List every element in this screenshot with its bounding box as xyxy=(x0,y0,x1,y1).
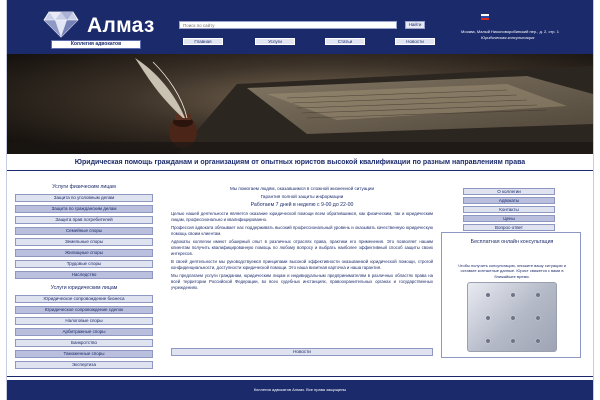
keypad-key xyxy=(536,293,540,297)
page-headline: Юридическая помощь гражданам и организац… xyxy=(74,159,526,166)
prices-button[interactable]: Цены xyxy=(463,215,555,222)
consultation-title: Бесплатная онлайн консультация xyxy=(470,239,554,245)
search-input[interactable] xyxy=(179,21,397,29)
paragraph: Целью нашей деятельности является оказан… xyxy=(171,211,433,222)
keypad-image xyxy=(467,282,557,352)
intro-line-2: Гарантия полной защиты информации xyxy=(260,194,344,199)
paragraph: Адвокаты коллегии имеют обширный опыт в … xyxy=(171,239,433,256)
header-contacts: Москва, Малый Николоворобинский пер., д.… xyxy=(461,29,589,41)
keypad-key xyxy=(536,339,540,343)
consultation-text: Чтобы получить консультацию, опишите ваш… xyxy=(458,263,566,279)
site-footer: Коллегия адвокатов Алмаз. Все права защи… xyxy=(7,380,593,400)
sidebar-item-land-disputes[interactable]: Земельные споры xyxy=(15,238,153,246)
sidebar-item-civil-cases[interactable]: Защита по гражданским делам xyxy=(15,205,153,213)
contacts-button[interactable]: Контакты xyxy=(463,206,555,213)
contacts-links[interactable]: Юридическая консультация xyxy=(461,35,589,41)
sidebar-item-labor-disputes[interactable]: Трудовые споры xyxy=(15,260,153,268)
sidebar-item-consumer-rights[interactable]: Защита прав потребителей xyxy=(15,216,153,224)
site-header: Алмаз Коллегия адвокатов Найти Главная У… xyxy=(7,0,593,54)
sidebar-item-deal-support[interactable]: Юридическое сопровождение сделок xyxy=(15,306,153,314)
nav-articles[interactable]: Статьи xyxy=(325,38,365,45)
paragraph: Профессия адвоката обязывает нас поддерж… xyxy=(171,225,433,236)
footer-text: Коллегия адвокатов Алмаз. Все права защи… xyxy=(253,387,347,392)
about-button[interactable]: О коллегии xyxy=(463,188,555,195)
keypad-key xyxy=(511,316,515,320)
main-content: Мы помогаем людям, оказавшимся в сложной… xyxy=(171,186,433,290)
lawyers-button[interactable]: Адвокаты xyxy=(463,197,555,204)
sidebar-item-expertise[interactable]: Экспертиза xyxy=(15,361,153,369)
paragraph: Мы предлагаем услуги гражданам, юридичес… xyxy=(171,273,433,290)
headline-divider xyxy=(7,170,593,171)
sidebar-item-family-disputes[interactable]: Семейные споры xyxy=(15,227,153,235)
legal-entities-title: Услуги юридическим лицам xyxy=(50,285,118,291)
sidebar-item-business-support[interactable]: Юридическое сопровождение бизнеса xyxy=(15,295,153,303)
sidebar-item-bankruptcy[interactable]: Банкротство xyxy=(15,339,153,347)
nav-news[interactable]: Новости xyxy=(395,38,435,45)
keypad-key xyxy=(536,316,540,320)
sidebar-item-arbitration[interactable]: Арбитражные споры xyxy=(15,328,153,336)
nav-services[interactable]: Услуги xyxy=(255,38,295,45)
diamond-logo-icon xyxy=(43,11,79,38)
individuals-title: Услуги физическим лицам xyxy=(52,184,116,190)
page: Алмаз Коллегия адвокатов Найти Главная У… xyxy=(6,0,594,400)
keypad-key xyxy=(511,293,515,297)
paragraph: В своей деятельности мы руководствуемся … xyxy=(171,259,433,270)
nav-home[interactable]: Главная xyxy=(183,38,223,45)
keypad-key xyxy=(486,316,490,320)
keypad-key xyxy=(511,339,515,343)
keypad-key xyxy=(486,293,490,297)
russian-flag-icon[interactable] xyxy=(481,14,489,20)
logo-name[interactable]: Алмаз xyxy=(87,14,155,38)
search-button[interactable]: Найти xyxy=(405,21,425,29)
sidebar-item-criminal-defense[interactable]: Защита по уголовным делам xyxy=(15,194,153,202)
sidebar-item-inheritance[interactable]: Наследство xyxy=(15,271,153,279)
keypad-key xyxy=(486,339,490,343)
quill-and-documents-image xyxy=(7,54,593,154)
logo-tagline: Коллегия адвокатов xyxy=(51,40,141,49)
intro-line-1: Мы помогаем людям, оказавшимся в сложной… xyxy=(229,186,375,191)
working-hours: Работаем 7 дней в неделю с 9-00 до 22-00 xyxy=(250,202,354,208)
sidebar-item-tax-disputes[interactable]: Налоговые споры xyxy=(15,317,153,325)
sidebar-item-customs[interactable]: Таможенные споры xyxy=(15,350,153,358)
news-button[interactable]: Новости xyxy=(171,348,433,356)
sidebar-item-housing-disputes[interactable]: Жилищные споры xyxy=(15,249,153,257)
faq-button[interactable]: Вопрос-ответ xyxy=(463,224,555,231)
footer-divider xyxy=(7,376,593,377)
hero-banner xyxy=(7,54,593,154)
